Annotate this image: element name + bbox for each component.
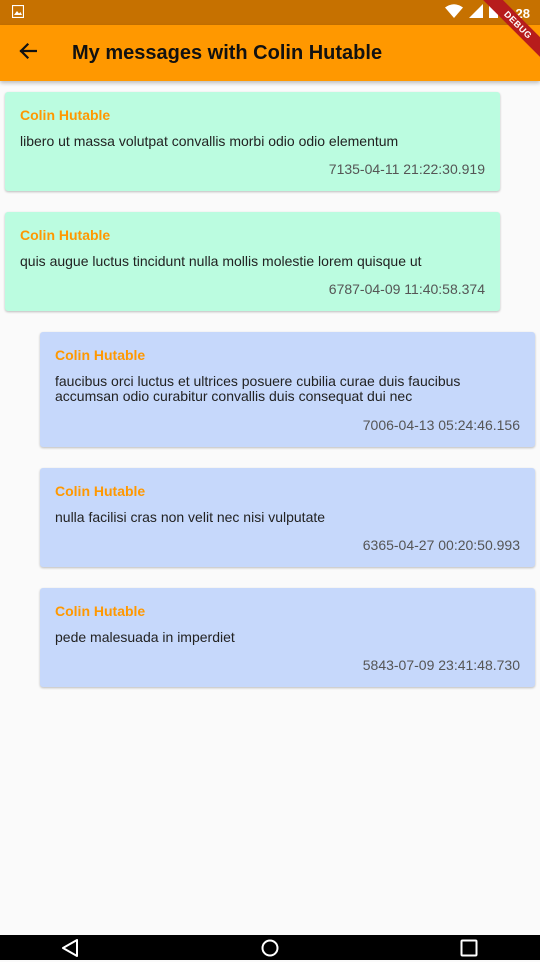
- message-bubble[interactable]: Colin Hutable pede malesuada in imperdie…: [40, 588, 535, 687]
- message-timestamp: 7135-04-11 21:22:30.919: [328, 161, 485, 177]
- status-bar: 4:28: [0, 0, 540, 25]
- image-notification-icon: [11, 4, 25, 19]
- message-text: libero ut massa volutpat convallis morbi…: [20, 133, 399, 149]
- message-bubble[interactable]: Colin Hutable quis augue luctus tincidun…: [5, 212, 500, 311]
- message-text: faucibus orci luctus et ultrices posuere…: [55, 373, 461, 404]
- message-text: pede malesuada in imperdiet: [55, 629, 235, 645]
- message-timestamp: 6787-04-09 11:40:58.374: [328, 281, 485, 297]
- message-timestamp: 5843-07-09 23:41:48.730: [362, 657, 520, 673]
- message-author: Colin Hutable: [55, 347, 146, 363]
- system-nav-bar: [0, 935, 540, 960]
- wifi-icon: [444, 3, 463, 23]
- signal-icon: [468, 3, 483, 23]
- message-bubble[interactable]: Colin Hutable libero ut massa volutpat c…: [5, 92, 500, 191]
- back-button[interactable]: [8, 31, 48, 75]
- message-bubble[interactable]: Colin Hutable nulla facilisi cras non ve…: [40, 468, 535, 567]
- app-bar: My messages with Colin Hutable: [0, 25, 540, 81]
- message-author: Colin Hutable: [55, 483, 146, 499]
- message-author: Colin Hutable: [20, 107, 111, 123]
- page-title: My messages with Colin Hutable: [72, 42, 383, 64]
- message-author: Colin Hutable: [55, 603, 146, 619]
- arrow-back-icon: [19, 42, 38, 65]
- message-bubble[interactable]: Colin Hutable faucibus orci luctus et ul…: [40, 332, 535, 447]
- message-text: nulla facilisi cras non velit nec nisi v…: [55, 509, 326, 525]
- message-timestamp: 6365-04-27 00:20:50.993: [362, 537, 520, 553]
- nav-back-icon[interactable]: [61, 939, 79, 957]
- nav-home-icon[interactable]: [261, 939, 279, 957]
- nav-recents-icon[interactable]: [460, 939, 478, 957]
- message-author: Colin Hutable: [20, 227, 111, 243]
- message-timestamp: 7006-04-13 05:24:46.156: [362, 417, 520, 433]
- message-text: quis augue luctus tincidunt nulla mollis…: [20, 253, 422, 269]
